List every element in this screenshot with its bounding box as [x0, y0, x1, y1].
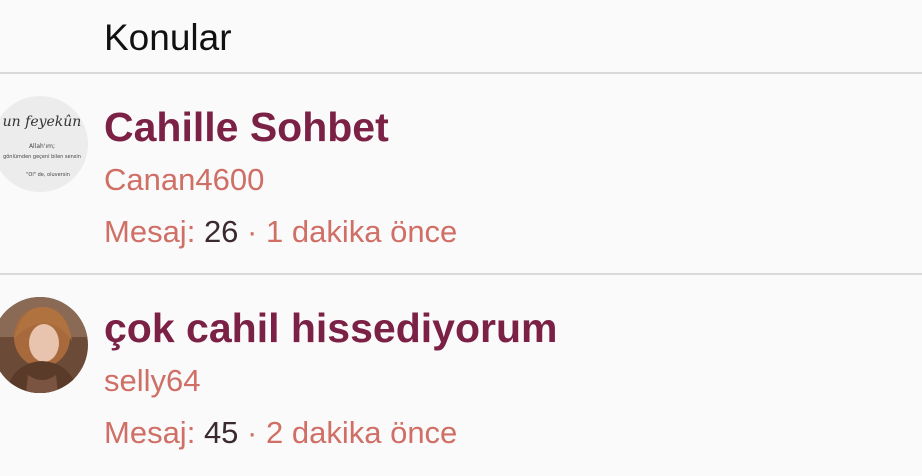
topic-meta: Mesaj: 45 · 2 dakika önce	[104, 414, 457, 452]
topic-title[interactable]: Cahille Sohbet	[104, 103, 389, 151]
avatar-image-calligraphy: un feyekûn Allah'ım; gönlümden geçeni bi…	[0, 96, 88, 192]
topic-title[interactable]: çok cahil hissediyorum	[104, 304, 557, 352]
avatar[interactable]	[0, 297, 88, 393]
meta-separator: ·	[247, 415, 258, 450]
message-count: 45	[203, 415, 239, 450]
topic-author[interactable]: selly64	[104, 362, 201, 400]
message-count: 26	[203, 214, 239, 249]
message-label: Mesaj:	[104, 415, 196, 450]
topic-time: 2 dakika önce	[266, 415, 458, 450]
meta-separator: ·	[247, 214, 258, 249]
topics-header: Konular	[0, 0, 922, 74]
svg-text:"Ol" de, oluversin: "Ol" de, oluversin	[26, 172, 70, 178]
page-title: Konular	[104, 17, 232, 58]
avatar-image-portrait	[0, 297, 88, 393]
topic-author[interactable]: Canan4600	[104, 161, 264, 199]
svg-text:gönlümden geçeni bilen sensin: gönlümden geçeni bilen sensin	[3, 154, 81, 160]
avatar[interactable]: un feyekûn Allah'ım; gönlümden geçeni bi…	[0, 96, 88, 192]
svg-text:un feyekûn: un feyekûn	[3, 114, 82, 130]
message-label: Mesaj:	[104, 214, 196, 249]
topic-time: 1 dakika önce	[266, 214, 458, 249]
topic-meta: Mesaj: 26 · 1 dakika önce	[104, 213, 457, 251]
topic-item[interactable]: çok cahil hissediyorum selly64 Mesaj: 45…	[0, 275, 922, 476]
svg-text:Allah'ım;: Allah'ım;	[29, 143, 55, 150]
topic-item[interactable]: un feyekûn Allah'ım; gönlümden geçeni bi…	[0, 74, 922, 275]
